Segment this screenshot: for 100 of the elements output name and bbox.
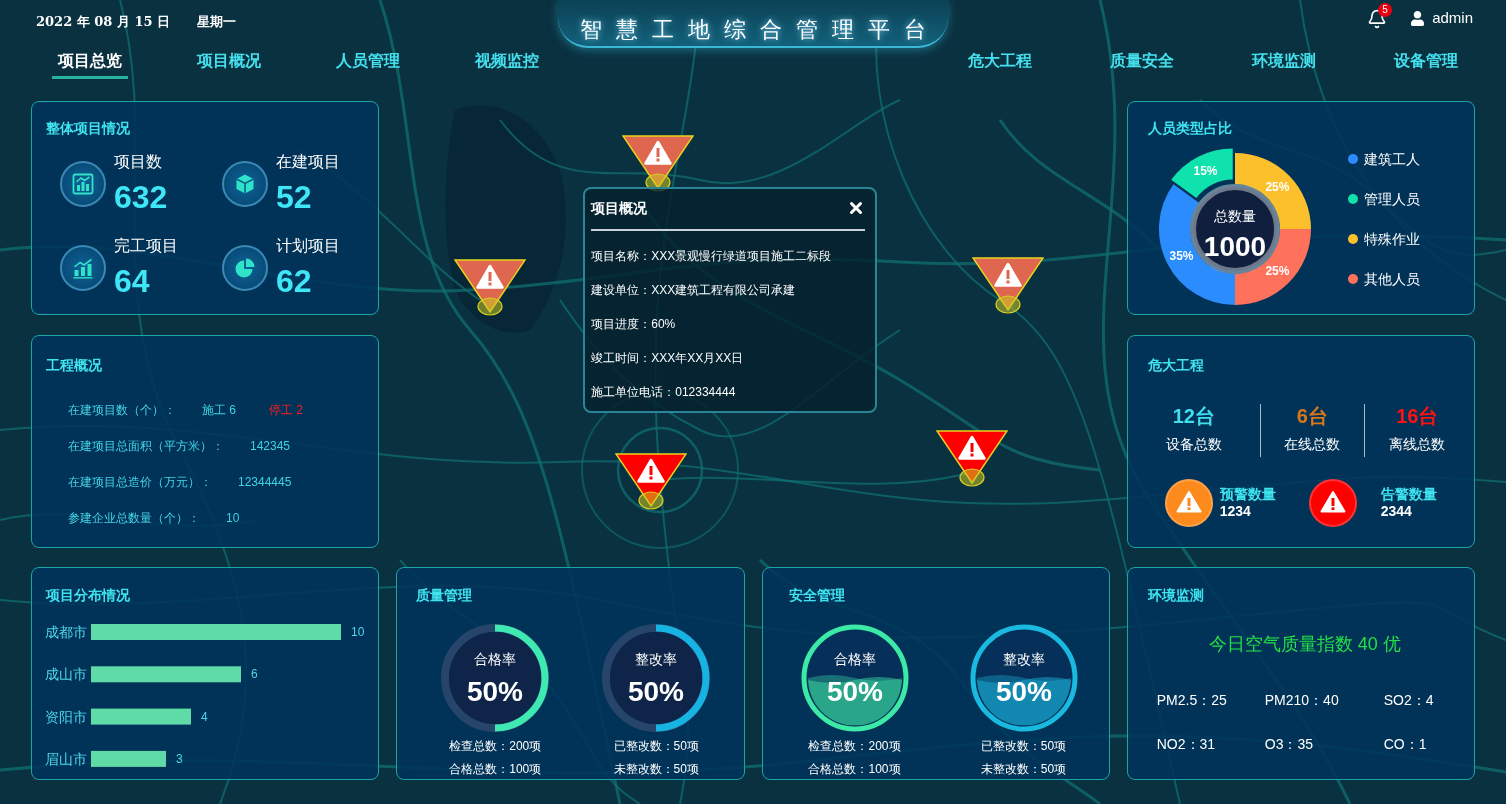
alert-label: 告警数量 bbox=[1380, 486, 1437, 502]
panel-title: 人员类型占比 bbox=[1147, 120, 1232, 136]
stat-value: 62 bbox=[276, 263, 312, 299]
panel-title: 项目分布情况 bbox=[46, 587, 130, 603]
slice-label: 35% bbox=[1169, 249, 1194, 264]
legend-label: 其他人员 bbox=[1363, 270, 1420, 289]
value-label: 10 bbox=[351, 625, 365, 639]
field-value: 142345 bbox=[250, 437, 291, 454]
stat-label: 在线总数 bbox=[1284, 434, 1341, 453]
popup-field: 施工单位电话：012334444 bbox=[591, 384, 736, 400]
gauge-stat: 合格总数：100项 bbox=[449, 762, 542, 776]
user-menu[interactable]: admin bbox=[1410, 8, 1473, 28]
gauge-value: 50% bbox=[628, 675, 685, 707]
bar-chart-icon bbox=[60, 245, 106, 291]
field-label: 在建项目总造价（万元）： bbox=[68, 473, 212, 490]
field-value: 施工 6 bbox=[202, 401, 236, 418]
stat-value: 12台 bbox=[1172, 403, 1215, 428]
popup-field: 项目名称：XXX景观慢行绿道项目施工二标段 bbox=[591, 248, 832, 264]
warning-pin-icon[interactable] bbox=[972, 257, 1045, 314]
legend-label: 建筑工人 bbox=[1363, 150, 1420, 169]
popup-title: 项目概况 bbox=[591, 199, 648, 217]
alert-label: 预警数量 bbox=[1219, 486, 1276, 502]
stat-value: 16台 bbox=[1396, 403, 1439, 428]
panel-title: 危大工程 bbox=[1147, 356, 1204, 373]
legend-label: 管理人员 bbox=[1363, 190, 1420, 209]
nav-tab[interactable]: 设备管理 bbox=[1388, 48, 1464, 79]
panel-title: 环境监测 bbox=[1147, 587, 1204, 603]
gauge-stat: 检查总数：200项 bbox=[808, 739, 901, 753]
stat-label: 在建项目 bbox=[276, 153, 340, 171]
chart-icon bbox=[60, 161, 106, 207]
field-label: 在建项目总面积（平方米）： bbox=[68, 437, 224, 454]
nav-tab[interactable]: 项目概况 bbox=[191, 48, 267, 79]
date-text: 2022 年 08 月 15 日 bbox=[36, 14, 170, 30]
stat-value: 64 bbox=[114, 263, 150, 299]
reading-text: SO2：4 bbox=[1383, 691, 1434, 709]
stat-value: 52 bbox=[276, 179, 312, 215]
stat-label: 设备总数 bbox=[1165, 434, 1222, 453]
reading-text: NO2：31 bbox=[1156, 735, 1216, 753]
gauge-stat: 检查总数：200项 bbox=[449, 739, 542, 753]
gauge-stat: 合格总数：100项 bbox=[808, 762, 901, 776]
warning-pin-icon[interactable] bbox=[615, 453, 688, 510]
stat-label: 离线总数 bbox=[1389, 434, 1446, 453]
value-label: 4 bbox=[201, 709, 208, 724]
value-label: 6 bbox=[251, 667, 258, 682]
slice-label: 25% bbox=[1265, 264, 1290, 279]
panel-title: 工程概况 bbox=[46, 356, 102, 373]
user-icon bbox=[1410, 10, 1426, 26]
cube-icon bbox=[222, 161, 268, 207]
gauge-label: 合格率 bbox=[833, 651, 876, 667]
nav-tab[interactable]: 质量安全 bbox=[1104, 48, 1180, 79]
nav-tab[interactable]: 视频监控 bbox=[469, 48, 545, 79]
field-label: 参建企业总数量（个）： bbox=[68, 509, 200, 526]
gauge-stat: 已整改数：50项 bbox=[613, 739, 699, 753]
reading-text: PM2.5：25 bbox=[1156, 691, 1227, 709]
nav-tab[interactable]: 环境监测 bbox=[1246, 48, 1322, 79]
page-title: 智慧工地综合管理平台 bbox=[580, 16, 940, 44]
popup-field: 竣工时间：XXX年XX月XX日 bbox=[591, 350, 744, 366]
field-label: 在建项目数（个）： bbox=[68, 401, 176, 418]
gauge-label: 合格率 bbox=[474, 651, 517, 667]
weekday-text: 星期一 bbox=[197, 14, 236, 30]
legend-label: 特殊作业 bbox=[1363, 230, 1420, 249]
value-label: 3 bbox=[176, 751, 183, 766]
nav-tab[interactable]: 项目总览 bbox=[52, 48, 128, 79]
stat-value: 632 bbox=[114, 179, 168, 215]
gauge-value: 50% bbox=[467, 675, 524, 707]
total-label: 总数量 bbox=[1213, 208, 1256, 224]
warning-pin-icon[interactable] bbox=[936, 430, 1009, 487]
reading-text: CO：1 bbox=[1383, 735, 1427, 753]
stat-label: 完工项目 bbox=[114, 237, 178, 255]
gauge-value: 50% bbox=[995, 675, 1052, 707]
popup-field: 建设单位：XXX建筑工程有限公司承建 bbox=[591, 282, 796, 298]
field-value: 12344445 bbox=[238, 473, 292, 490]
category-label: 成山市 bbox=[45, 666, 87, 683]
panel-title: 安全管理 bbox=[788, 587, 845, 603]
gauge-stat: 未整改数：50项 bbox=[613, 762, 699, 776]
stat-label: 计划项目 bbox=[276, 237, 340, 255]
warning-pin-icon[interactable] bbox=[454, 259, 527, 316]
nav-tab[interactable]: 人员管理 bbox=[330, 48, 406, 79]
stat-label: 项目数 bbox=[114, 153, 162, 171]
slice-label: 25% bbox=[1265, 179, 1290, 194]
popup-field: 项目进度：60% bbox=[591, 316, 676, 332]
panel-title: 质量管理 bbox=[416, 587, 473, 603]
category-label: 资阳市 bbox=[45, 708, 87, 725]
field-value: 停工 2 bbox=[269, 401, 304, 418]
alert-value: 1234 bbox=[1219, 503, 1252, 519]
field-value: 10 bbox=[226, 509, 240, 526]
total-value: 1000 bbox=[1203, 230, 1266, 262]
category-label: 成都市 bbox=[45, 624, 87, 640]
alert-value: 2344 bbox=[1380, 503, 1413, 519]
panel-title: 整体项目情况 bbox=[46, 120, 130, 136]
reading-text: PM210：40 bbox=[1264, 691, 1339, 709]
gauge-label: 整改率 bbox=[635, 651, 678, 667]
reading-text: O3：35 bbox=[1264, 735, 1313, 753]
stat-value: 6台 bbox=[1296, 403, 1328, 428]
gauge-stat: 已整改数：50项 bbox=[980, 739, 1067, 753]
nav-tab[interactable]: 危大工程 bbox=[962, 48, 1038, 79]
gauge-value: 50% bbox=[826, 675, 883, 707]
air-quality-text: 今日空气质量指数 40 优 bbox=[1208, 633, 1401, 656]
slice-label: 15% bbox=[1193, 164, 1218, 179]
gauge-label: 整改率 bbox=[1002, 651, 1045, 667]
